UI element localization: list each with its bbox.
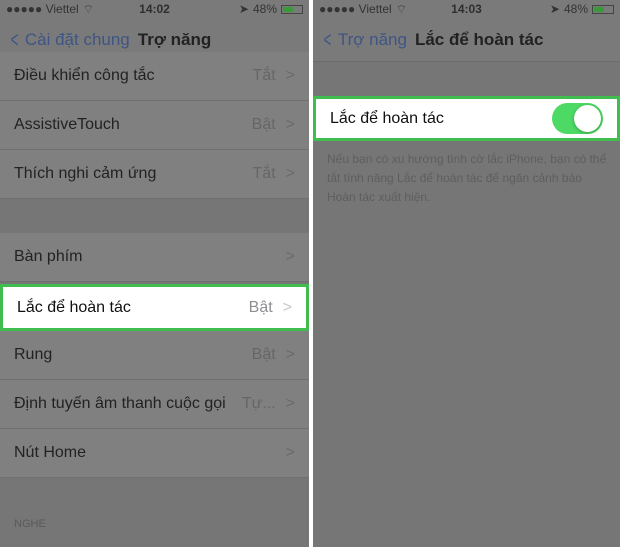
battery-icon bbox=[281, 4, 303, 14]
clock: 14:02 bbox=[139, 2, 170, 16]
shake-to-undo-row: Lắc để hoàn tác bbox=[313, 96, 620, 141]
row-shake-to-undo[interactable]: Lắc để hoàn tác Bật > bbox=[0, 284, 309, 331]
row-value: Tự... bbox=[241, 395, 276, 412]
chevron-right-icon: > bbox=[282, 298, 292, 316]
row-value: Bật bbox=[251, 116, 276, 133]
row-label: Bàn phím bbox=[14, 248, 83, 265]
back-button[interactable]: < Trợ năng bbox=[321, 27, 407, 53]
chevron-left-icon: < bbox=[323, 26, 332, 52]
shake-to-undo-screen: ●●●●● Viettel ⌔ 14:03 ➤ 48% < Trợ năng Lắc… bbox=[313, 0, 620, 547]
row-label: Rung bbox=[14, 346, 53, 363]
row-label: Thích nghi cảm ứng bbox=[14, 165, 157, 182]
chevron-right-icon: > bbox=[285, 165, 295, 182]
chevron-right-icon: > bbox=[285, 395, 295, 412]
row-vibration[interactable]: Rung Bật > bbox=[0, 331, 309, 380]
toggle-knob bbox=[574, 105, 601, 132]
row-home-button[interactable]: Nút Home > bbox=[0, 429, 309, 478]
battery-percent: 48% bbox=[563, 2, 588, 16]
chevron-left-icon: < bbox=[10, 26, 19, 52]
carrier: ●●●●● Viettel bbox=[319, 2, 392, 16]
row-label: Lắc để hoàn tác bbox=[17, 298, 131, 316]
page-title: Trợ năng bbox=[137, 29, 212, 49]
chevron-right-icon: > bbox=[285, 248, 295, 265]
chevron-right-icon: > bbox=[285, 444, 295, 461]
row-label: Điều khiển công tắc bbox=[14, 67, 155, 84]
back-label: Cài đặt chung bbox=[24, 29, 130, 49]
carrier: ●●●●● Viettel bbox=[6, 2, 79, 16]
row-switch-control[interactable]: Điều khiển công tắc Tắt > bbox=[0, 52, 309, 101]
row-value: Bật bbox=[251, 346, 276, 363]
battery-percent: 48% bbox=[252, 2, 277, 16]
section-header-hearing: NGHE bbox=[14, 518, 46, 530]
row-assistivetouch[interactable]: AssistiveTouch Bật > bbox=[0, 101, 309, 150]
clock: 14:03 bbox=[451, 2, 482, 16]
row-touch-accommodations[interactable]: Thích nghi cảm ứng Tắt > bbox=[0, 150, 309, 199]
row-value: Tắt bbox=[252, 165, 276, 182]
back-button[interactable]: < Cài đặt chung bbox=[8, 27, 130, 53]
nav-bar: < Trợ năng Lắc để hoàn tác bbox=[313, 18, 620, 62]
chevron-right-icon: > bbox=[285, 116, 295, 133]
row-call-audio-routing[interactable]: Định tuyến âm thanh cuộc gọi Tự... > bbox=[0, 380, 309, 429]
page-title: Lắc để hoàn tác bbox=[414, 29, 544, 49]
location-icon: ➤ bbox=[549, 2, 560, 16]
status-bar: ●●●●● Viettel ⌔ 14:03 ➤ 48% bbox=[313, 0, 620, 18]
wifi-icon: ⌔ bbox=[395, 1, 407, 16]
row-label: Nút Home bbox=[14, 444, 87, 461]
row-label: Định tuyến âm thanh cuộc gọi bbox=[14, 395, 226, 412]
accessibility-screen: ●●●●● Viettel ⌔ 14:02 ➤ 48% < Cài đặt chun… bbox=[0, 0, 309, 547]
chevron-right-icon: > bbox=[285, 67, 295, 84]
chevron-right-icon: > bbox=[285, 346, 295, 363]
row-value: Bật bbox=[248, 298, 273, 316]
battery-icon bbox=[592, 4, 614, 14]
wifi-icon: ⌔ bbox=[82, 1, 94, 16]
row-value: Tắt bbox=[252, 67, 276, 84]
location-icon: ➤ bbox=[238, 2, 249, 16]
status-bar: ●●●●● Viettel ⌔ 14:02 ➤ 48% bbox=[0, 0, 309, 18]
row-label: AssistiveTouch bbox=[14, 116, 120, 133]
shake-to-undo-toggle[interactable] bbox=[552, 103, 603, 134]
footer-description: Nếu bạn có xu hướng tình cờ lắc iPhone, … bbox=[327, 152, 607, 204]
back-label: Trợ năng bbox=[337, 29, 407, 49]
row-keyboard[interactable]: Bàn phím > bbox=[0, 233, 309, 282]
row-label: Lắc để hoàn tác bbox=[330, 109, 444, 127]
